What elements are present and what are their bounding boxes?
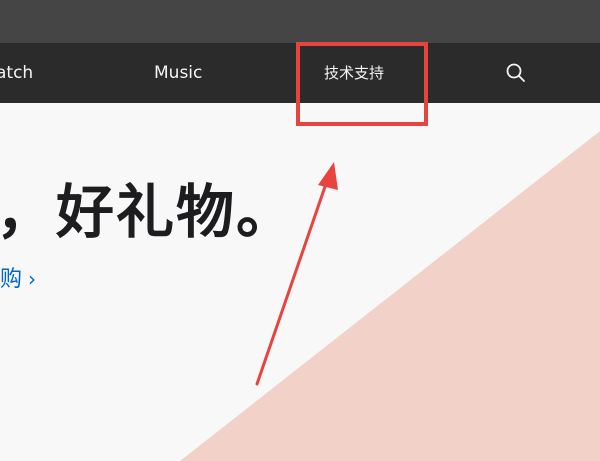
annotation-arrow — [255, 162, 338, 386]
